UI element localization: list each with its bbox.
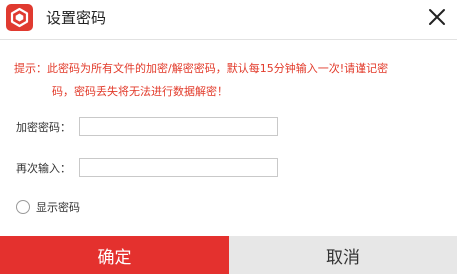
show-password-label: 显示密码 (36, 201, 80, 214)
window-title: 设置密码 (46, 9, 107, 27)
notice-line-1: 提示：此密码为所有文件的加密/解密密码，默认每15分钟输入一次!请谨记密 (14, 62, 389, 75)
cancel-button[interactable]: 取消 (229, 236, 457, 274)
app-logo-icon (6, 4, 33, 31)
notice-line-2: 码，密码丢失将无法进行数据解密！ (52, 85, 228, 98)
show-password-radio[interactable] (16, 200, 30, 214)
ok-button[interactable]: 确定 (0, 236, 229, 274)
show-password-toggle[interactable]: 显示密码 (16, 199, 80, 215)
password-field[interactable] (79, 117, 278, 136)
confirm-password-label: 再次输入： (16, 162, 71, 175)
notice-text: 提示：此密码为所有文件的加密/解密密码，默认每15分钟输入一次!请谨记密 码，密… (14, 57, 450, 103)
password-label: 加密密码： (16, 121, 71, 134)
confirm-password-field[interactable] (79, 158, 278, 177)
title-divider (0, 39, 457, 40)
title-bar: 设置密码 (0, 0, 457, 36)
close-icon[interactable] (428, 8, 446, 26)
